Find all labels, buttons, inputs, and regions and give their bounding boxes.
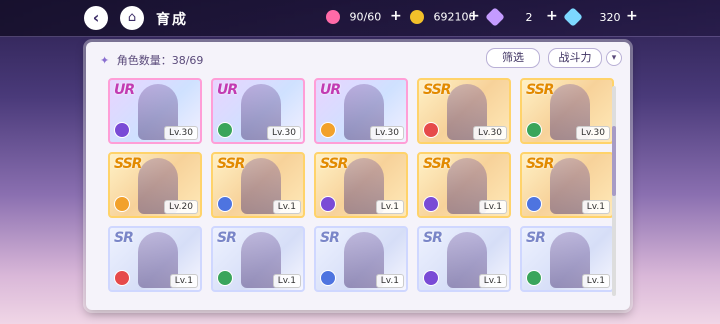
character-card[interactable]: SSR Lv.30 xyxy=(520,78,614,144)
character-card[interactable]: SSR Lv.1 xyxy=(314,152,408,218)
resource-stamina: 90/60 xyxy=(326,10,381,26)
rarity-badge: UR xyxy=(217,82,238,98)
level-label: Lv.1 xyxy=(375,274,404,288)
level-label: Lv.1 xyxy=(375,200,404,214)
back-button[interactable]: ‹ xyxy=(84,6,108,30)
level-label: Lv.20 xyxy=(164,200,198,214)
character-card[interactable]: SSR Lv.1 xyxy=(417,152,511,218)
element-icon xyxy=(114,270,130,286)
level-label: Lv.1 xyxy=(478,200,507,214)
level-label: Lv.30 xyxy=(576,126,610,140)
scrollbar-thumb[interactable] xyxy=(612,126,616,196)
add-stamina-button[interactable]: + xyxy=(390,8,402,24)
resource-gold: 692100 xyxy=(410,10,476,26)
character-card[interactable]: SSR Lv.1 xyxy=(520,152,614,218)
page-title: 育成 xyxy=(156,12,188,28)
character-card[interactable]: UR Lv.30 xyxy=(108,78,202,144)
level-label: Lv.1 xyxy=(581,200,610,214)
element-icon xyxy=(526,196,542,212)
sparkle-icon: ✦ xyxy=(100,54,110,67)
add-blue-diamond-button[interactable]: + xyxy=(626,8,638,24)
rarity-badge: SR xyxy=(114,230,134,246)
level-label: Lv.1 xyxy=(272,200,301,214)
candy-icon xyxy=(326,10,340,24)
level-label: Lv.30 xyxy=(164,126,198,140)
filter-button[interactable]: 筛选 xyxy=(486,48,540,68)
pink-diamond-icon xyxy=(485,7,505,27)
character-card[interactable]: UR Lv.30 xyxy=(314,78,408,144)
level-label: Lv.30 xyxy=(370,126,404,140)
character-card[interactable]: SR Lv.1 xyxy=(520,226,614,292)
resource-pink-diamond: 2 xyxy=(485,7,533,27)
element-icon xyxy=(217,122,233,138)
scrollbar[interactable] xyxy=(612,86,616,296)
resource-blue-diamond: 320 xyxy=(563,7,621,27)
add-gold-button[interactable]: + xyxy=(468,8,480,24)
element-icon xyxy=(217,270,233,286)
character-panel: ✦ 角色数量：38/69 筛选 战斗力 ▾ UR Lv.30 UR Lv.30 UR Lv… xyxy=(86,42,630,310)
rarity-badge: SSR xyxy=(526,156,554,172)
character-card[interactable]: SR Lv.1 xyxy=(108,226,202,292)
character-card[interactable]: UR Lv.30 xyxy=(211,78,305,144)
element-icon xyxy=(526,122,542,138)
rarity-badge: SSR xyxy=(320,156,348,172)
character-count: ✦ 角色数量：38/69 xyxy=(100,54,204,67)
rarity-badge: SR xyxy=(320,230,340,246)
top-bar: ‹ ⌂ 育成 90/60 + 692100 + 2 + 320 + xyxy=(0,0,720,37)
rarity-badge: SSR xyxy=(217,156,245,172)
character-card[interactable]: SSR Lv.1 xyxy=(211,152,305,218)
character-grid: UR Lv.30 UR Lv.30 UR Lv.30 SSR Lv.30 SSR Lv.30 SSR… xyxy=(108,78,614,298)
character-card[interactable]: SR Lv.1 xyxy=(314,226,408,292)
element-icon xyxy=(423,122,439,138)
element-icon xyxy=(423,196,439,212)
rarity-badge: SSR xyxy=(526,82,554,98)
rarity-badge: SSR xyxy=(114,156,142,172)
level-label: Lv.1 xyxy=(581,274,610,288)
character-card[interactable]: SR Lv.1 xyxy=(417,226,511,292)
level-label: Lv.30 xyxy=(267,126,301,140)
gold-coin-icon xyxy=(410,10,424,24)
rarity-badge: SR xyxy=(423,230,443,246)
element-icon xyxy=(320,270,336,286)
sort-button[interactable]: 战斗力 xyxy=(548,48,602,68)
character-card[interactable]: SR Lv.1 xyxy=(211,226,305,292)
element-icon xyxy=(320,122,336,138)
rarity-badge: UR xyxy=(320,82,341,98)
element-icon xyxy=(114,122,130,138)
rarity-badge: SR xyxy=(526,230,546,246)
rarity-badge: SSR xyxy=(423,156,451,172)
blue-diamond-icon xyxy=(563,7,583,27)
rarity-badge: UR xyxy=(114,82,135,98)
character-card[interactable]: SSR Lv.20 xyxy=(108,152,202,218)
element-icon xyxy=(320,196,336,212)
level-label: Lv.1 xyxy=(478,274,507,288)
home-button[interactable]: ⌂ xyxy=(120,6,144,30)
level-label: Lv.1 xyxy=(272,274,301,288)
element-icon xyxy=(526,270,542,286)
level-label: Lv.30 xyxy=(473,126,507,140)
character-card[interactable]: SSR Lv.30 xyxy=(417,78,511,144)
rarity-badge: SSR xyxy=(423,82,451,98)
element-icon xyxy=(217,196,233,212)
rarity-badge: SR xyxy=(217,230,237,246)
sort-direction-icon[interactable]: ▾ xyxy=(606,50,622,66)
level-label: Lv.1 xyxy=(169,274,198,288)
element-icon xyxy=(423,270,439,286)
element-icon xyxy=(114,196,130,212)
add-pink-diamond-button[interactable]: + xyxy=(546,8,558,24)
